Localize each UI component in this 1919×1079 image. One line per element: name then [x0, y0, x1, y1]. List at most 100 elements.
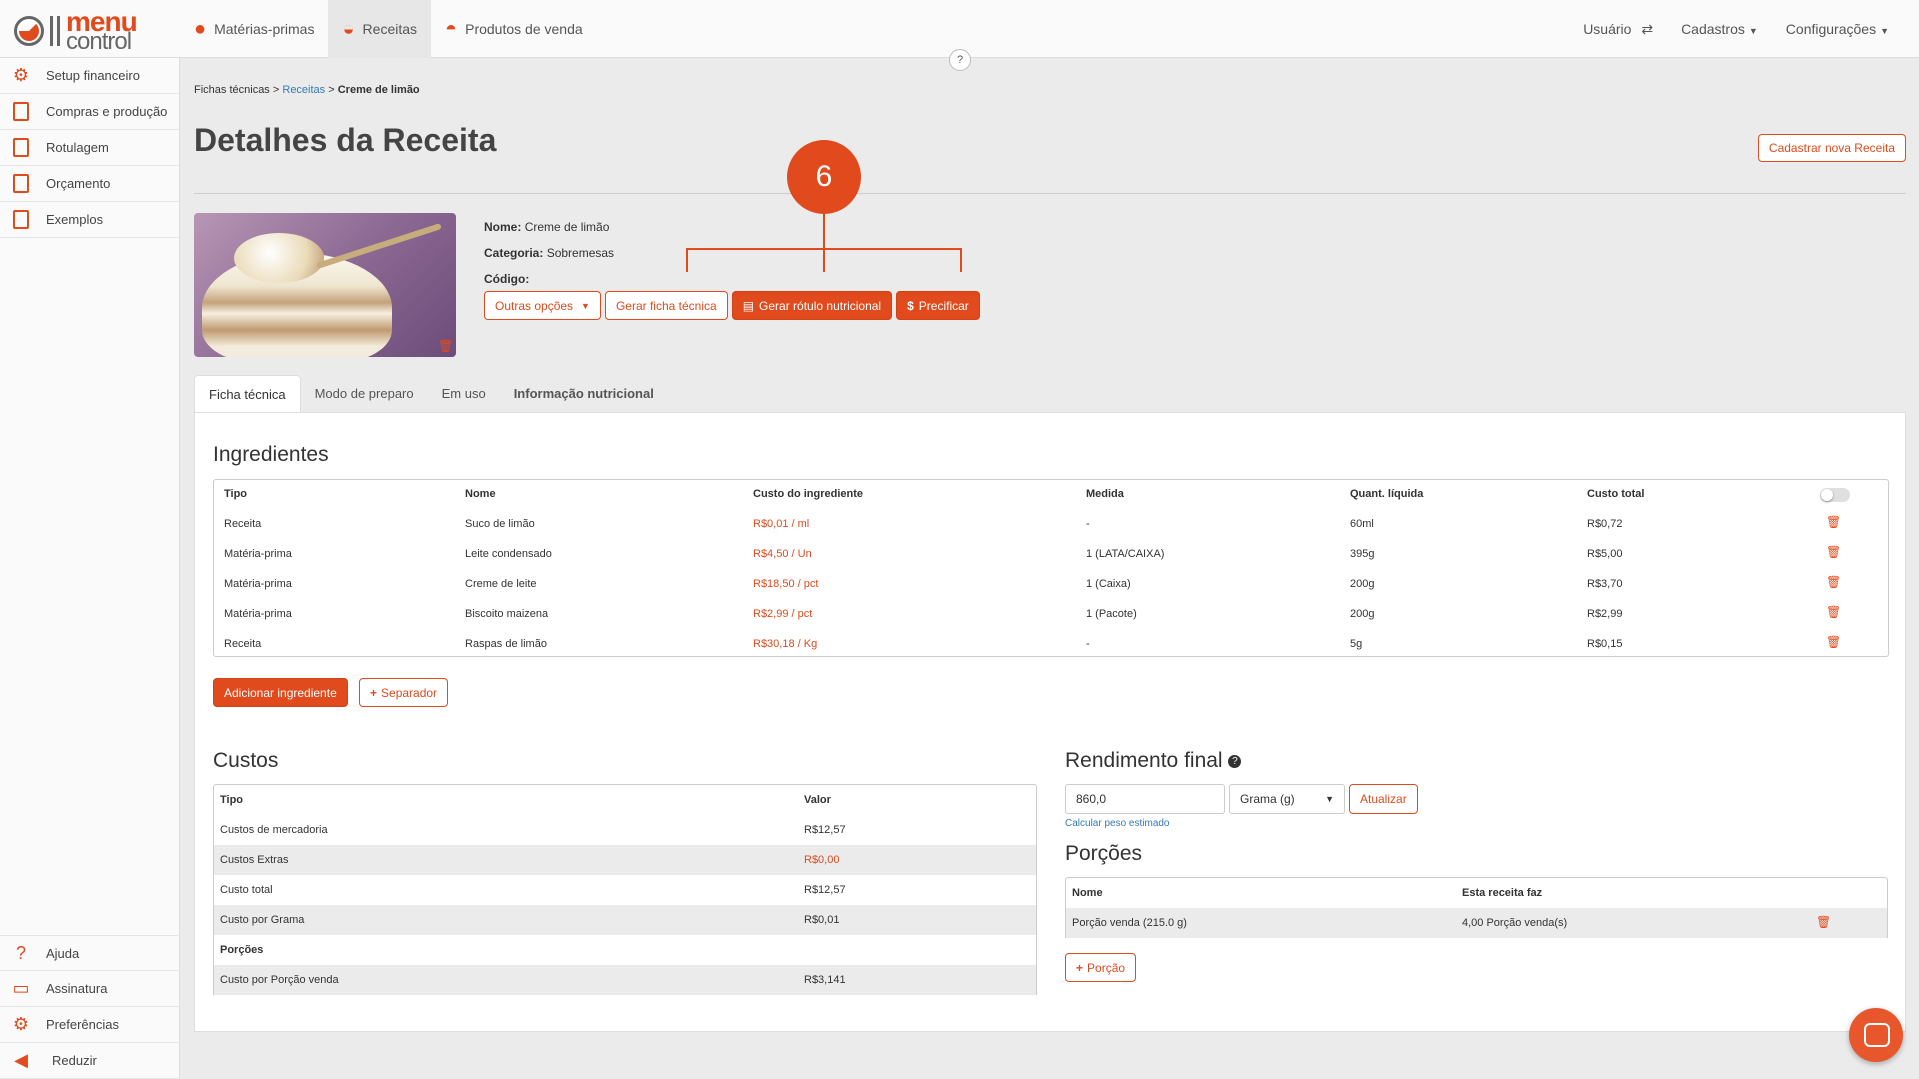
- tab-em-uso[interactable]: Em uso: [428, 375, 500, 412]
- cell-medida: -: [1086, 518, 1090, 530]
- annotation-line: [960, 248, 962, 272]
- tab-informacao-nutricional[interactable]: Informação nutricional: [500, 375, 668, 412]
- tab-modo-preparo[interactable]: Modo de preparo: [301, 375, 428, 412]
- question-circle-icon[interactable]: ?: [1228, 754, 1242, 768]
- trash-icon[interactable]: 🗑: [1826, 515, 1841, 529]
- trash-icon[interactable]: 🗑: [1816, 915, 1831, 929]
- cell-custo[interactable]: R$2,99 / pct: [753, 608, 812, 620]
- ingredients-title: Ingredientes: [213, 443, 329, 466]
- yield-value-input[interactable]: 860,0: [1065, 784, 1225, 814]
- cell-nome[interactable]: Suco de limão: [465, 518, 535, 530]
- sidebar-item-compras-producao[interactable]: Compras e produção: [0, 94, 179, 130]
- sidebar-item-preferencias[interactable]: ⚙ Preferências: [0, 1007, 180, 1043]
- header-tipo: Tipo: [224, 488, 248, 500]
- add-separator-button[interactable]: + Separador: [359, 678, 449, 707]
- user-menu[interactable]: Usuário ⇄: [1583, 21, 1653, 38]
- sidebar-item-rotulagem[interactable]: Rotulagem: [0, 130, 179, 166]
- cell-nome[interactable]: Leite condensado: [465, 548, 552, 560]
- update-yield-button[interactable]: Atualizar: [1349, 784, 1418, 814]
- spoon: [316, 223, 442, 269]
- cell-custo[interactable]: R$18,50 / pct: [753, 578, 818, 590]
- cell-quantidade[interactable]: 200g: [1350, 578, 1374, 590]
- button-label: Outras opções: [495, 298, 574, 313]
- page-title: Detalhes da Receita: [194, 122, 497, 158]
- cell-quantidade[interactable]: 395g: [1350, 548, 1374, 560]
- tab-ficha-tecnica[interactable]: Ficha técnica: [194, 375, 301, 412]
- cell-quantidade[interactable]: 5g: [1350, 638, 1362, 650]
- logo-plate-icon: [14, 16, 44, 46]
- sidebar-item-ajuda[interactable]: ? Ajuda: [0, 935, 180, 971]
- yield-unit-select[interactable]: Grama (g) ▼: [1229, 784, 1345, 814]
- header-quantidade: Quant. líquida: [1350, 488, 1424, 500]
- sidebar-item-reduzir[interactable]: ◀ Reduzir: [0, 1043, 180, 1079]
- sidebar-item-label: Orçamento: [46, 176, 111, 191]
- sidebar-item-assinatura[interactable]: ▭ Assinatura: [0, 971, 180, 1007]
- cell-nome[interactable]: Creme de leite: [465, 578, 537, 590]
- add-portion-button[interactable]: + Porção: [1065, 953, 1137, 982]
- caret-down-icon: ▼: [1880, 26, 1889, 36]
- sidebar-item-label: Reduzir: [52, 1053, 97, 1068]
- trash-icon[interactable]: 🗑: [1826, 545, 1841, 559]
- menu-control-logo[interactable]: menu control: [14, 8, 174, 54]
- header-nome: Nome: [1072, 887, 1103, 899]
- sidebar-item-label: Compras e produção: [46, 104, 168, 119]
- recipe-category: Sobremesas: [546, 246, 615, 260]
- sidebar-item-label: Preferências: [46, 1017, 119, 1032]
- caret-down-icon: ▼: [1325, 794, 1334, 804]
- add-ingredient-button[interactable]: Adicionar ingrediente: [213, 678, 348, 707]
- cell-custo[interactable]: R$0,01 / ml: [753, 518, 809, 530]
- sidebar-item-exemplos[interactable]: Exemplos: [0, 202, 179, 238]
- cadastros-dropdown[interactable]: Cadastros ▼: [1681, 21, 1758, 37]
- table-row: Custo por Porção venda R$3,141: [214, 965, 1036, 995]
- sidebar-item-label: Rotulagem: [46, 140, 109, 155]
- generate-tech-sheet-button[interactable]: Gerar ficha técnica: [604, 291, 728, 320]
- trash-icon[interactable]: 🗑: [1826, 575, 1841, 589]
- new-recipe-button[interactable]: Cadastrar nova Receita: [1757, 134, 1906, 162]
- more-options-button[interactable]: Outras opções ▼: [484, 291, 601, 320]
- cell-nome[interactable]: Raspas de limão: [465, 638, 547, 650]
- trash-icon[interactable]: 🗑: [1826, 605, 1841, 619]
- cell-nome[interactable]: Porção venda (215.0 g): [1072, 917, 1187, 929]
- generate-nutrition-label-button[interactable]: ▤ Gerar rótulo nutricional: [731, 291, 893, 320]
- breadcrumb-root[interactable]: Fichas técnicas: [194, 84, 270, 96]
- help-button[interactable]: ?: [949, 49, 971, 71]
- tomato-icon: ●: [194, 18, 207, 40]
- sidebar-item-setup-financeiro[interactable]: ⚙ Setup financeiro: [0, 58, 179, 94]
- table-row: Custos de mercadoria R$12,57: [214, 815, 1036, 845]
- recipe-photo: 🗑: [194, 213, 456, 357]
- pricing-button[interactable]: $ Precificar: [896, 291, 980, 320]
- cell-medida: -: [1086, 638, 1090, 650]
- yield-title-text: Rendimento final: [1065, 749, 1223, 772]
- sidebar-item-orcamento[interactable]: Orçamento: [0, 166, 179, 202]
- trash-icon[interactable]: 🗑: [1826, 635, 1841, 649]
- chat-support-button[interactable]: [1849, 1008, 1903, 1062]
- cell-custo-total: R$0,72: [1587, 518, 1623, 530]
- trash-icon[interactable]: 🗑: [438, 339, 453, 353]
- configuracoes-dropdown[interactable]: Configurações ▼: [1786, 21, 1889, 37]
- table-row: Custo total R$12,57: [214, 875, 1036, 905]
- cell-tipo: Receita: [224, 638, 262, 650]
- nav-receitas[interactable]: ◒ Receitas: [328, 0, 432, 58]
- cell-custo[interactable]: R$30,18 / Kg: [753, 638, 817, 650]
- cell-tipo: Custo por Grama: [220, 914, 305, 926]
- annotation-line: [686, 248, 688, 272]
- cell-quantidade[interactable]: 200g: [1350, 608, 1374, 620]
- table-header: Nome Esta receita faz: [1066, 878, 1887, 908]
- breadcrumb-receitas-link[interactable]: Receitas: [282, 84, 325, 96]
- portions-title: Porções: [1065, 842, 1143, 865]
- cloche-icon: ◓: [445, 18, 458, 40]
- nav-produtos-de-venda[interactable]: ◓ Produtos de venda: [431, 0, 597, 58]
- breadcrumb-separator: >: [272, 84, 280, 96]
- breadcrumb: Fichas técnicas > Receitas > Creme de li…: [194, 84, 420, 96]
- cell-quantidade[interactable]: 60ml: [1350, 518, 1374, 530]
- cell-valor: R$0,01: [804, 914, 840, 926]
- document-icon: ▤: [742, 298, 755, 313]
- gear-icon: ⚙: [12, 1014, 30, 1034]
- cell-nome[interactable]: Biscoito maizena: [465, 608, 548, 620]
- cell-custo[interactable]: R$4,50 / Un: [753, 548, 812, 560]
- estimate-weight-link[interactable]: Calcular peso estimado: [1065, 818, 1170, 829]
- cell-valor-extras[interactable]: R$0,00: [804, 854, 839, 866]
- header-custo-total: Custo total: [1587, 488, 1645, 500]
- columns-toggle[interactable]: [1820, 488, 1850, 502]
- nav-materias-primas[interactable]: ● Matérias-primas: [180, 0, 328, 58]
